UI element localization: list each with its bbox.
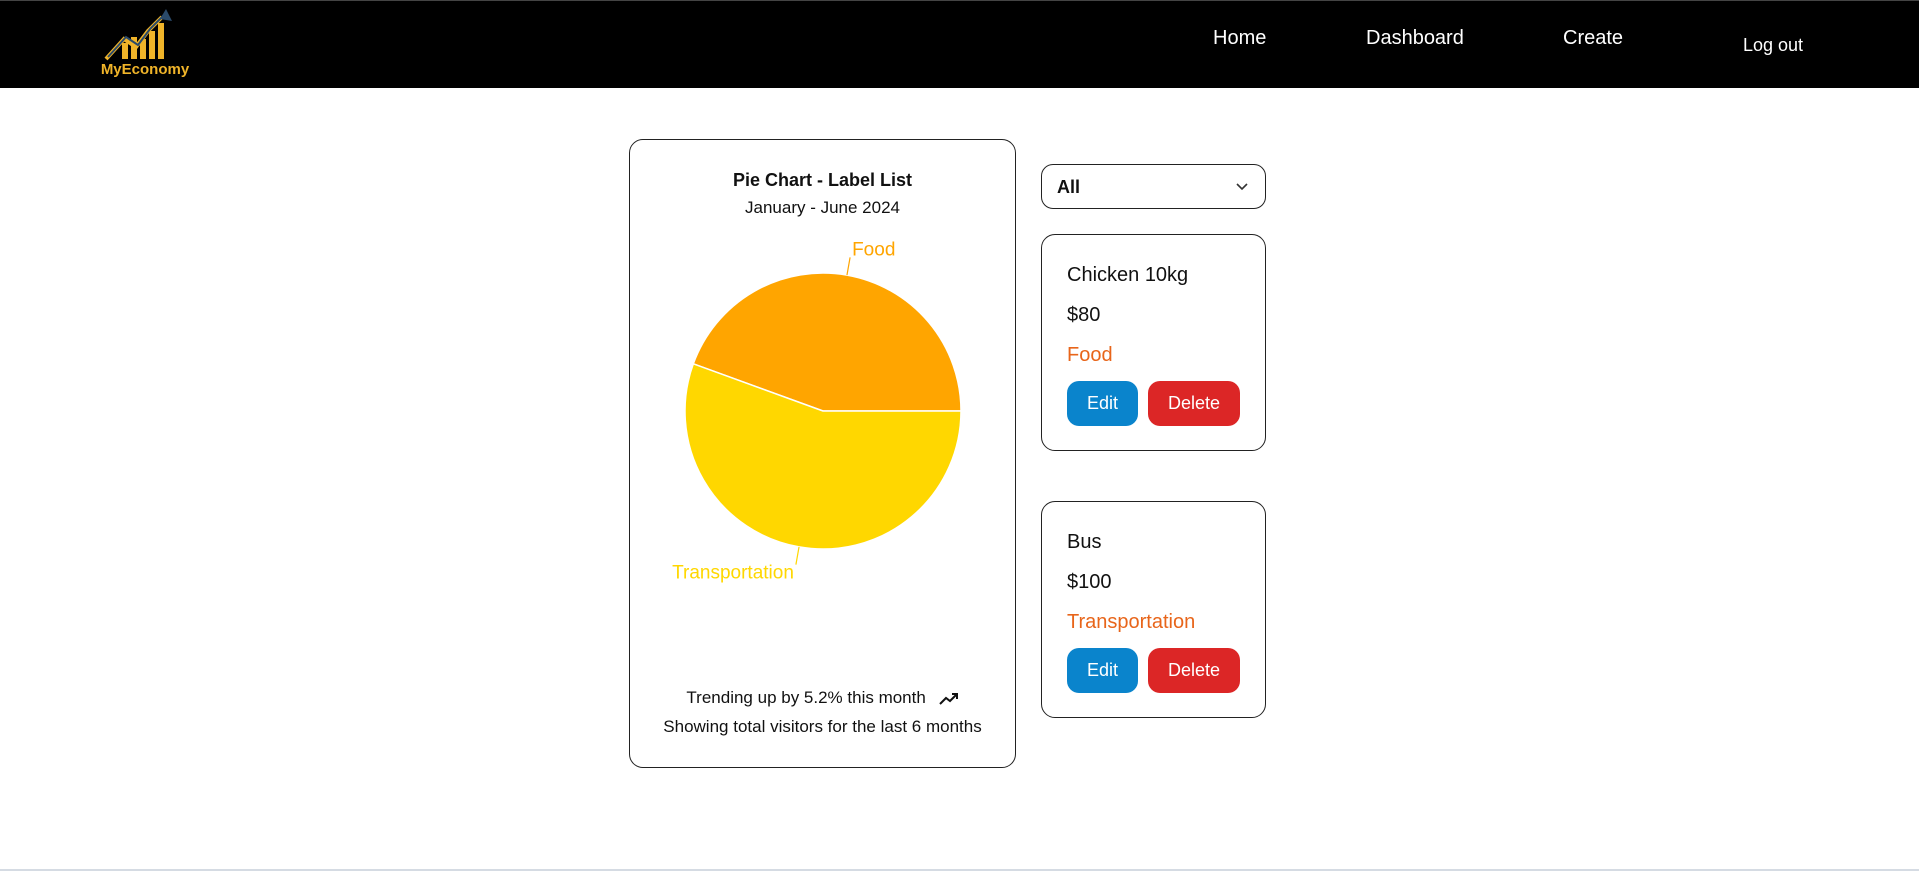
delete-button[interactable]: Delete	[1148, 648, 1240, 693]
pie-label-transportation: Transportation	[672, 563, 794, 584]
navbar: MyEconomy Home Dashboard Create Log out	[0, 0, 1919, 88]
trending-up-icon	[938, 692, 958, 705]
expense-card: Bus $100 Transportation Edit Delete	[1041, 501, 1266, 718]
pie-label-food: Food	[852, 239, 895, 260]
pie-label-line	[795, 546, 800, 565]
chart-footer-note: Showing total visitors for the last 6 mo…	[663, 717, 982, 736]
edit-button[interactable]: Edit	[1067, 381, 1138, 426]
app-logo[interactable]: MyEconomy	[100, 9, 190, 81]
expense-name: Chicken 10kg	[1067, 264, 1189, 286]
logout-link[interactable]: Log out	[1743, 35, 1803, 56]
nav-create-link[interactable]: Create	[1563, 27, 1623, 50]
nav-dashboard-link[interactable]: Dashboard	[1366, 27, 1464, 50]
expense-price: $100	[1067, 571, 1112, 593]
chart-trend-line: Trending up by 5.2% this month	[630, 688, 1015, 708]
page-bottom-divider	[0, 869, 1919, 871]
expense-card: Chicken 10kg $80 Food Edit Delete	[1041, 234, 1266, 451]
filter-selected-value: All	[1057, 177, 1081, 197]
logo-chart-icon	[104, 9, 172, 61]
nav-home-link[interactable]: Home	[1213, 27, 1266, 50]
delete-button[interactable]: Delete	[1148, 381, 1240, 426]
pie-chart-card: Pie Chart - Label List January - June 20…	[629, 139, 1016, 768]
chart-trend-text: Trending up by 5.2% this month	[686, 688, 926, 707]
expense-category: Transportation	[1067, 611, 1196, 633]
pie-label-line	[846, 257, 851, 276]
pie-chart: Food Transportation	[672, 239, 962, 584]
logo-text: MyEconomy	[100, 61, 190, 78]
category-filter-select[interactable]: All	[1041, 164, 1266, 209]
edit-button[interactable]: Edit	[1067, 648, 1138, 693]
chevron-down-icon	[1236, 183, 1248, 191]
expense-category: Food	[1067, 344, 1113, 366]
expense-price: $80	[1067, 304, 1101, 326]
expense-name: Bus	[1067, 531, 1102, 553]
